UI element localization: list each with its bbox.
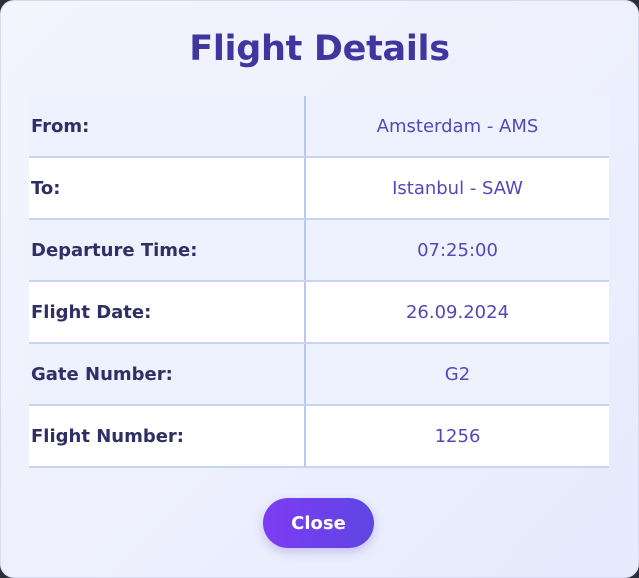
flight-details-modal: Flight Details From: Amsterdam - AMS To:… [0,0,639,578]
table-row-departure-time: Departure Time: 07:25:00 [29,219,609,282]
flight-details-table: From: Amsterdam - AMS To: Istanbul - SAW… [29,96,609,468]
row-label: Departure Time: [29,219,306,282]
close-button[interactable]: Close [263,498,374,548]
row-label: Gate Number: [29,343,306,406]
row-label: From: [29,96,306,158]
table-row-gate-number: Gate Number: G2 [29,343,609,406]
table-row-from: From: Amsterdam - AMS [29,96,609,158]
table-row-to: To: Istanbul - SAW [29,157,609,220]
row-value: 26.09.2024 [305,281,609,344]
row-value: Amsterdam - AMS [305,96,609,158]
modal-title: Flight Details [189,29,450,69]
row-label: To: [29,157,306,220]
row-value: 07:25:00 [305,219,609,282]
row-label: Flight Date: [29,281,306,344]
row-value: G2 [305,343,609,406]
table-row-flight-number: Flight Number: 1256 [29,405,609,468]
table-row-flight-date: Flight Date: 26.09.2024 [29,281,609,344]
row-label: Flight Number: [29,405,306,468]
row-value: 1256 [305,405,609,468]
row-value: Istanbul - SAW [305,157,609,220]
